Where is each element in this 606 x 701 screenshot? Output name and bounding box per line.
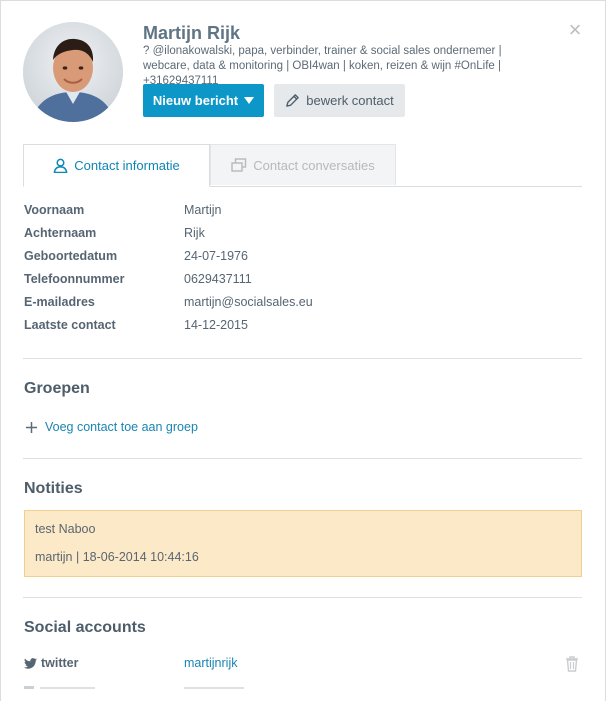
social-network: twitter [24,656,79,670]
caret-down-icon [244,97,255,104]
info-label: Geboortedatum [24,249,118,263]
note-text: test Naboo [35,522,96,536]
info-value: Rijk [184,226,205,240]
notes-title: Notities [24,480,83,497]
add-to-group-label: Voeg contact toe aan groep [45,420,198,434]
plus-icon [26,421,37,433]
contact-name: Martijn Rijk [143,23,241,43]
info-value: martijn@socialsales.eu [184,295,313,309]
social-account-row-partial [24,679,324,689]
tab-contact-info[interactable]: Contact informatie [23,144,210,187]
cut-off-row-graphic [24,686,244,689]
social-accounts-title: Social accounts [24,619,146,636]
twitter-icon [24,657,37,669]
social-network-label: twitter [41,656,79,670]
user-icon [53,158,68,173]
new-message-label: Nieuw bericht [152,93,239,108]
info-label: E-mailadres [24,295,95,309]
avatar-photo [23,22,123,122]
tab-contact-info-label: Contact informatie [74,158,180,173]
info-label: Laatste contact [24,318,116,332]
info-label: Achternaam [24,226,97,240]
info-value: Martijn [184,203,222,217]
info-label: Telefoonnummer [24,272,125,286]
divider [23,358,582,359]
add-to-group-link[interactable]: Voeg contact toe aan groep [26,420,198,434]
close-icon[interactable]: × [566,19,584,41]
new-message-button[interactable]: Nieuw bericht [143,84,264,117]
note-card[interactable]: test Naboo martijn | 18-06-2014 10:44:16 [24,510,582,577]
groups-title: Groepen [24,380,90,397]
social-handle-link[interactable]: martijnrijk [184,656,237,670]
tab-contact-conversations-label: Contact conversaties [253,157,375,173]
trash-icon-graphic [566,656,578,672]
contact-panel: × Martijn Rijk ? @ilonakowalski, papa, v… [0,0,606,701]
info-value: 14-12-2015 [184,318,248,332]
info-value: 24-07-1976 [184,249,248,263]
trash-icon[interactable] [565,656,579,675]
contact-bio: ? @ilonakowalski, papa, verbinder, train… [143,45,502,87]
edit-contact-button[interactable]: bewerk contact [274,84,405,117]
tab-bar: Contact informatie Contact conversaties [23,144,582,187]
edit-contact-label: bewerk contact [306,93,394,108]
info-value: 0629437111 [184,272,252,286]
avatar [23,22,123,122]
divider [23,597,582,598]
conversations-icon [231,157,247,172]
social-account-row: twitter martijnrijk [24,654,584,674]
divider [23,458,582,459]
info-label: Voornaam [24,203,85,217]
tab-contact-conversations[interactable]: Contact conversaties [210,144,396,185]
note-meta: martijn | 18-06-2014 10:44:16 [35,550,199,564]
pencil-icon [286,94,300,107]
